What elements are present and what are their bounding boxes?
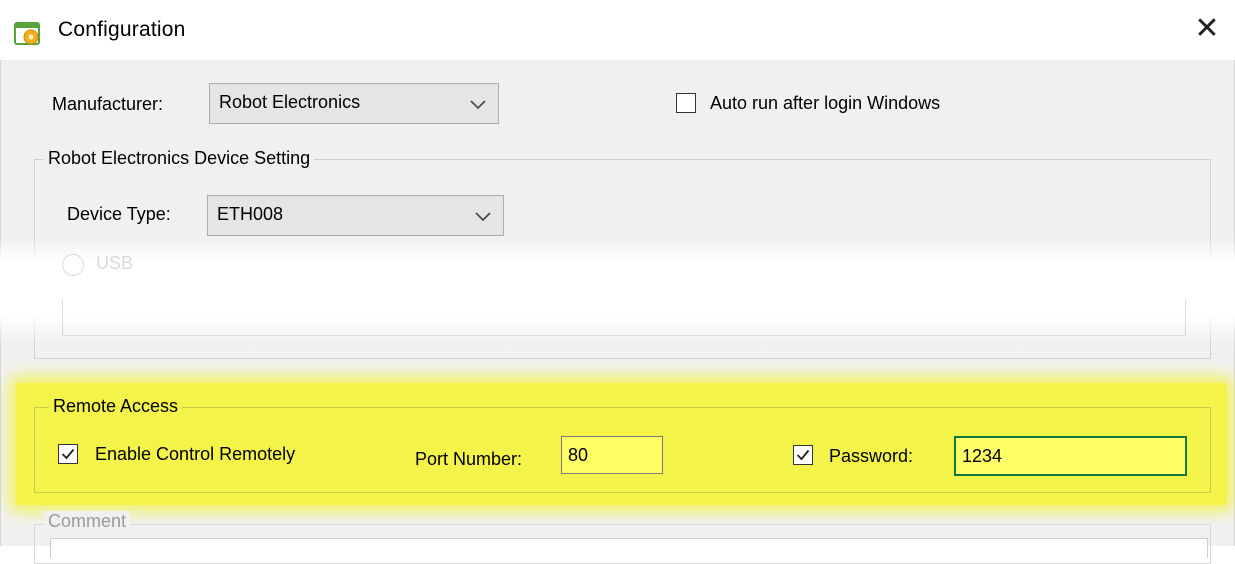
auto-run-label: Auto run after login Windows [710, 93, 941, 113]
usb-radio-label: USB [96, 253, 134, 273]
password-label: Password: [829, 446, 914, 466]
window-title: Configuration [58, 18, 186, 41]
device-type-dropdown[interactable]: ETH008 [207, 195, 504, 236]
inner-group-box [62, 300, 1186, 336]
title-bar: Configuration ✕ [0, 0, 1235, 60]
comment-textarea[interactable] [50, 538, 1208, 558]
device-setting-group-title: Robot Electronics Device Setting [44, 148, 315, 169]
close-icon: ✕ [1194, 12, 1220, 45]
password-checkbox[interactable] [793, 445, 813, 465]
checkmark-icon [61, 448, 75, 460]
port-number-input-box [561, 436, 663, 474]
chevron-down-icon [470, 100, 486, 110]
manufacturer-dropdown[interactable]: Robot Electronics [209, 83, 499, 124]
remote-access-group-title: Remote Access [49, 396, 183, 417]
manufacturer-label: Manufacturer: [52, 94, 164, 114]
usb-radio[interactable] [62, 254, 84, 276]
port-number-label: Port Number: [415, 449, 523, 469]
device-type-value: ETH008 [217, 204, 284, 224]
manufacturer-value: Robot Electronics [219, 92, 361, 112]
config-app-icon [14, 22, 40, 45]
enable-remote-checkbox[interactable] [58, 444, 78, 464]
password-input[interactable] [956, 438, 1185, 474]
checkmark-icon [796, 449, 810, 461]
enable-remote-label: Enable Control Remotely [95, 444, 296, 464]
chevron-down-icon [475, 212, 491, 222]
auto-run-checkbox[interactable] [676, 93, 696, 113]
port-number-input[interactable] [562, 437, 662, 473]
comment-group-title: Comment [44, 511, 131, 532]
device-type-label: Device Type: [67, 204, 171, 224]
password-input-box [954, 436, 1187, 476]
close-button[interactable]: ✕ [1190, 12, 1224, 46]
